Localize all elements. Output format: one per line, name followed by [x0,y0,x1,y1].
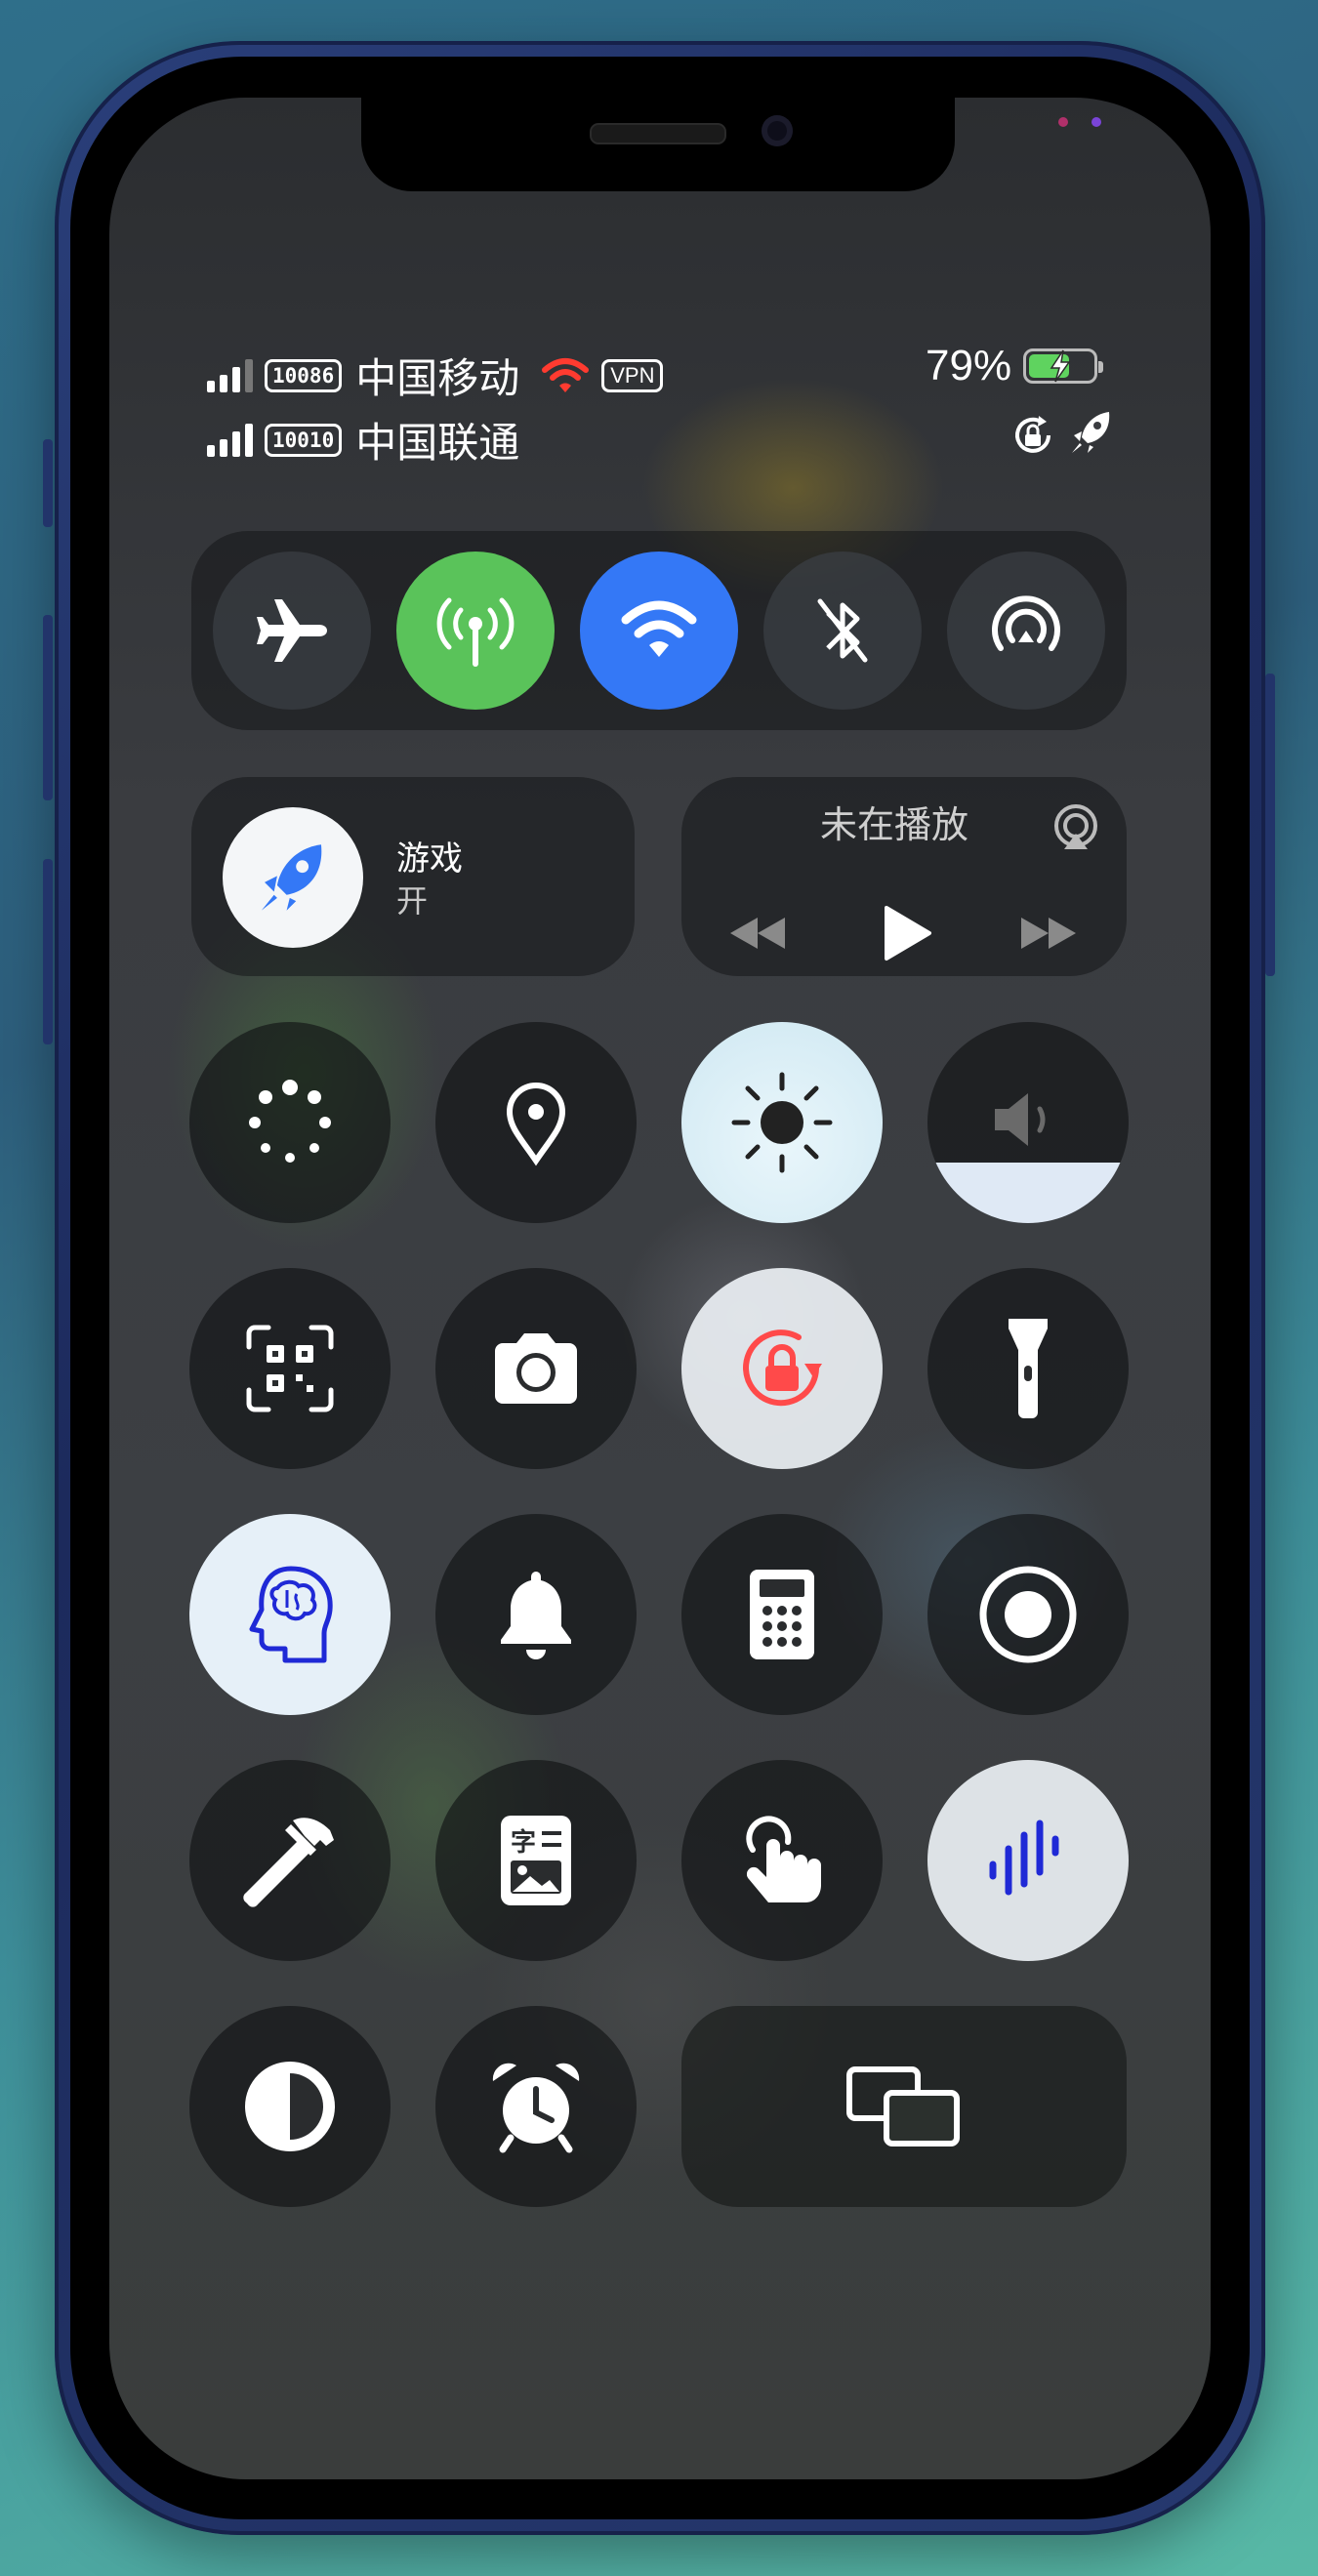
bell-button[interactable] [435,1514,637,1715]
now-playing-title: 未在播放 [820,803,969,846]
status-line-sim1: 10086 中国移动 VPN [207,346,664,405]
antenna-icon [436,597,515,667]
volume-down-button [43,859,53,1044]
location-button[interactable] [435,1022,637,1223]
volume-icon [995,1093,1046,1146]
airplay-icon[interactable] [1050,802,1101,853]
rotation-lock-icon [743,1329,822,1407]
sim1-number: 10086 [265,358,343,392]
previous-icon[interactable] [726,914,789,953]
earpiece-speaker [590,123,726,144]
sim1-carrier: 中国移动 [355,354,520,402]
bluetooth-off-icon [817,598,868,663]
bluetooth-button[interactable] [763,552,922,710]
volume-up-button [43,615,53,800]
svg-text:字: 字 [511,1827,536,1858]
airplane-icon [257,599,327,662]
focus-icon-button[interactable] [223,807,363,948]
front-camera [762,115,793,146]
sound-recognition-icon [989,1820,1059,1896]
signal-bars-icon [207,358,253,392]
silent-switch [43,439,53,527]
focus-title: 游戏 [396,839,463,879]
rocket-icon [1072,412,1110,453]
vpn-badge: VPN [601,358,664,392]
play-icon[interactable] [881,904,933,962]
notch [361,98,955,191]
sim2-carrier: 中国联通 [355,419,520,467]
screen-record-icon [979,1566,1077,1663]
volume-fill [927,1163,1129,1223]
text-recognition-button[interactable]: 字 [435,1760,637,1961]
qr-scanner-button[interactable] [189,1268,391,1469]
flashlight-button[interactable] [927,1268,1129,1469]
loading-button[interactable] [189,1022,391,1223]
status-line-sim2: 10010 中国联通 [207,410,519,470]
qr-scanner-icon [246,1325,334,1412]
brightness-button[interactable] [681,1022,883,1223]
hammer-button[interactable] [189,1760,391,1961]
location-icon [506,1083,566,1166]
brain-button[interactable] [189,1514,391,1715]
camera-indicator-dot [1091,117,1101,127]
dark-mode-button[interactable] [189,2006,391,2207]
touch-icon [746,1816,821,1902]
rotation-lock-icon [1015,416,1050,453]
screen-record-button[interactable] [927,1514,1129,1715]
rocket-icon [261,844,322,911]
calculator-icon [750,1570,814,1659]
next-icon[interactable] [1017,914,1080,953]
dark-mode-icon [245,2062,335,2151]
power-button [1265,674,1275,976]
mic-indicator-dot [1058,117,1068,127]
screen-mirroring-button[interactable] [681,2006,1127,2207]
orientation-lock-button[interactable] [681,1268,883,1469]
text-recognition-icon: 字 [501,1816,571,1905]
hammer-icon [243,1818,334,1907]
wifi-icon [542,357,590,392]
bell-icon [501,1572,571,1659]
touch-button[interactable] [681,1760,883,1961]
airdrop-button[interactable] [947,552,1105,710]
loading-icon [249,1080,331,1163]
calculator-button[interactable] [681,1514,883,1715]
brain-icon [249,1566,333,1663]
wifi-button[interactable] [580,552,738,710]
camera-button[interactable] [435,1268,637,1469]
airdrop-icon [992,595,1060,651]
battery-percent: 79% [926,342,1012,389]
sound-recognition-button[interactable] [927,1760,1129,1961]
wifi-icon [621,600,697,657]
battery-charging-icon [1023,348,1104,384]
camera-icon [495,1333,577,1404]
volume-slider[interactable] [927,1022,1129,1223]
battery-group: 79% [926,342,1104,390]
cellular-data-button[interactable] [396,552,555,710]
focus-status: 开 [396,882,429,920]
screen-mirroring-icon [846,2066,960,2147]
alarm-button[interactable] [435,2006,637,2207]
sim2-number: 10010 [265,423,343,457]
alarm-icon [492,2063,580,2153]
brightness-icon [731,1072,833,1173]
flashlight-icon [1009,1319,1048,1418]
airplane-mode-button[interactable] [213,552,371,710]
signal-bars-icon [207,423,253,457]
